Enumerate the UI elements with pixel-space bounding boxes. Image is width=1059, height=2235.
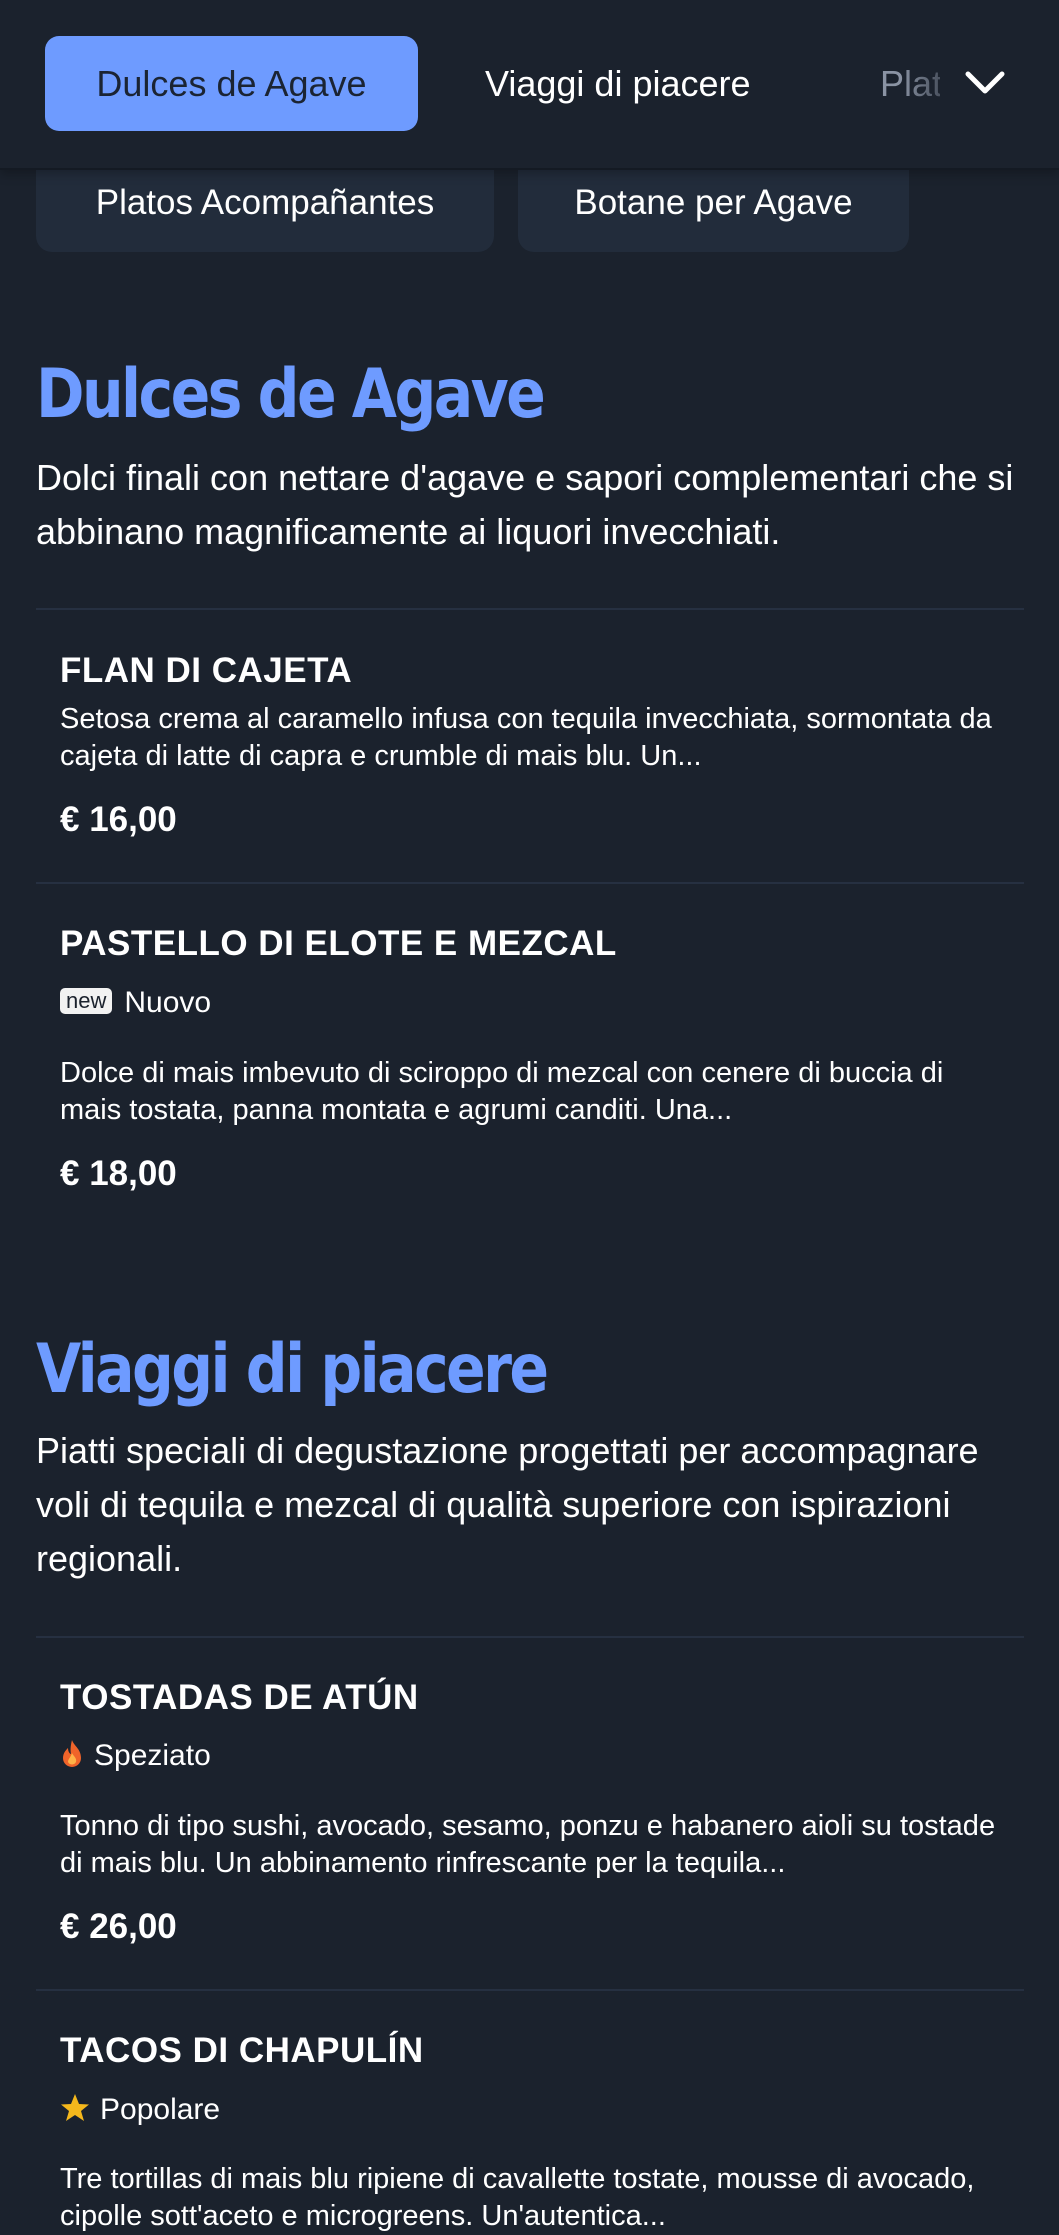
item-name: TACOS DI CHAPULÍN	[60, 2031, 424, 2070]
tab-dulces-de-agave[interactable]: Dulces de Agave	[45, 36, 418, 131]
chevron-down-icon[interactable]	[960, 58, 1010, 108]
tab-viaggi-di-piacere[interactable]: Viaggi di piacere	[485, 36, 751, 131]
item-name: TOSTADAS DE ATÚN	[60, 1678, 419, 1717]
item-name: PASTELLO DI ELOTE E MEZCAL	[60, 924, 617, 963]
item-price: € 16,00	[60, 800, 177, 839]
item-tag: Popolare	[60, 2090, 220, 2130]
flame-icon	[63, 1740, 81, 1768]
section-title: Viaggi di piacere	[36, 1330, 549, 1409]
tag-label: Popolare	[100, 2093, 221, 2126]
item-tag: Speziato	[60, 1736, 211, 1776]
divider	[36, 882, 1024, 884]
item-description: Tonno di tipo sushi, avocado, sesamo, po…	[60, 1810, 996, 1879]
new-badge: new	[60, 988, 113, 1015]
tag-label: Nuovo	[124, 986, 212, 1019]
star-icon	[61, 2094, 89, 2122]
item-description: Setosa crema al caramello infusa con teq…	[60, 703, 992, 772]
item-description: Tre tortillas di mais blu ripiene di cav…	[60, 2163, 975, 2232]
section-title: Dulces de Agave	[36, 355, 546, 434]
divider	[36, 1636, 1024, 1638]
divider	[36, 1989, 1024, 1991]
item-name: FLAN DI CAJETA	[60, 651, 353, 690]
item-description: Dolce di mais imbevuto di sciroppo di me…	[60, 1057, 944, 1126]
tag-label: Speziato	[94, 1739, 211, 1772]
chip-platos-acompanantes[interactable]: Platos Acompañantes	[36, 168, 494, 252]
section-description: Dolci finali con nettare d'agave e sapor…	[36, 457, 1014, 552]
chip-botane-per-agave[interactable]: Botane per Agave	[518, 168, 909, 252]
category-nav: Dulces de Agave Viaggi di piacere Platos…	[0, 0, 1059, 170]
item-price: € 18,00	[60, 1154, 177, 1193]
divider	[36, 608, 1024, 610]
section-description: Piatti speciali di degustazione progetta…	[36, 1430, 979, 1579]
item-tag: new Nuovo	[60, 983, 211, 1023]
item-price: € 26,00	[60, 1907, 177, 1946]
